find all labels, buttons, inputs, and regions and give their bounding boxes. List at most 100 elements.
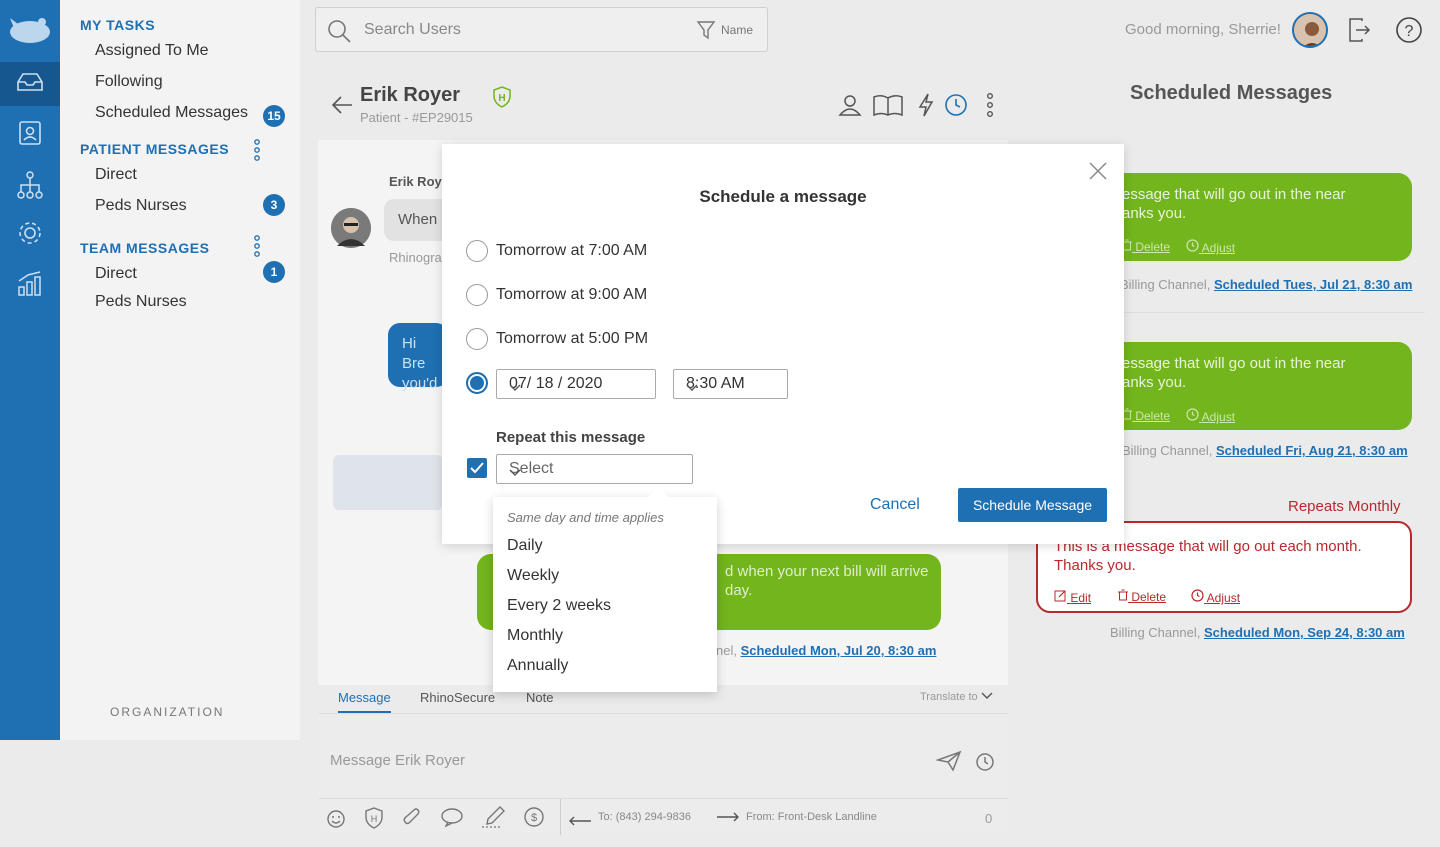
date-select[interactable]: 07/ 18 / 2020 (496, 369, 656, 399)
option-5pm-radio[interactable] (466, 328, 488, 350)
rhinogram-logo[interactable] (6, 12, 54, 48)
scheduled-card-2-text-line-2: anks you. (1122, 374, 1187, 391)
more-options-icon[interactable] (985, 93, 995, 122)
card-2-date-link[interactable]: Scheduled Fri, Aug 21, 8:30 am (1216, 443, 1408, 458)
faded-message (333, 455, 443, 510)
contacts-nav-button[interactable] (0, 113, 60, 157)
tab-note[interactable]: Note (526, 690, 553, 705)
chevron-down-icon (981, 691, 993, 703)
patient-messages-heading: PATIENT MESSAGES (80, 141, 230, 157)
recurring-adjust-link[interactable]: Adjust (1191, 589, 1240, 605)
card-2-adjust-link[interactable]: Adjust (1186, 408, 1235, 424)
emoji-icon[interactable] (326, 807, 348, 834)
library-icon[interactable] (872, 93, 904, 122)
schedule-clock-icon[interactable] (975, 752, 995, 777)
team-messages-more-icon[interactable] (252, 235, 262, 257)
card-1-date-link[interactable]: Scheduled Tues, Jul 21, 8:30 am (1214, 277, 1412, 292)
patient-messages-more-icon[interactable] (252, 139, 262, 161)
team-messages-heading: TEAM MESSAGES (80, 240, 210, 256)
from-channel[interactable]: From: Front-Desk Landline (746, 811, 877, 823)
help-icon[interactable]: ? (1395, 16, 1423, 49)
recurring-edit-link[interactable]: Edit (1054, 589, 1091, 605)
nav-item-team-direct[interactable]: Direct (95, 265, 137, 283)
option-9am-label[interactable]: Tomorrow at 9:00 AM (496, 286, 647, 304)
search-bar[interactable]: Search Users Name (315, 7, 768, 52)
patient-name: Erik Royer (360, 84, 461, 106)
scheduled-meta: nel, Scheduled Mon, Jul 20, 8:30 am (716, 643, 936, 658)
profile-icon[interactable] (838, 93, 862, 122)
card-2-delete-label: Delete (1135, 409, 1171, 423)
repeat-option-monthly[interactable]: Monthly (507, 627, 563, 645)
option-custom-radio[interactable] (466, 372, 488, 394)
svg-text:H: H (371, 814, 378, 824)
logout-icon[interactable] (1347, 17, 1371, 48)
message-input[interactable]: Message Erik Royer (330, 752, 465, 769)
chat-bubble-icon[interactable] (440, 807, 464, 832)
cancel-button[interactable]: Cancel (870, 496, 920, 514)
inbox-nav-button[interactable] (0, 62, 60, 106)
clock-icon (1191, 589, 1204, 605)
hipaa-icon[interactable]: H (364, 807, 384, 834)
repeat-option-weekly[interactable]: Weekly (507, 567, 559, 585)
nav-item-following[interactable]: Following (95, 73, 163, 91)
analytics-nav-button[interactable] (0, 263, 60, 307)
card-1-adjust-link[interactable]: Adjust (1186, 239, 1235, 255)
translate-dropdown[interactable]: Translate to (920, 691, 993, 703)
close-icon[interactable] (1088, 161, 1108, 186)
to-number[interactable]: To: (843) 294-9836 (598, 811, 691, 823)
option-9am-radio[interactable] (466, 284, 488, 306)
org-chart-nav-button[interactable] (0, 165, 60, 209)
organization-label[interactable]: ORGANIZATION (110, 705, 224, 719)
patient-id: Patient - #EP29015 (360, 110, 473, 125)
time-select[interactable]: 8:30 AM (673, 369, 788, 399)
card-1-adjust-label: Adjust (1201, 241, 1236, 255)
nav-item-patient-direct[interactable]: Direct (95, 166, 137, 184)
bottom-band (0, 740, 300, 847)
app-rail (0, 0, 60, 740)
character-count: 0 (985, 811, 993, 826)
filter-label[interactable]: Name (721, 23, 753, 37)
nav-item-team-peds-nurses[interactable]: Peds Nurses (95, 293, 187, 311)
card-2-adjust-label: Adjust (1201, 410, 1236, 424)
option-5pm-label[interactable]: Tomorrow at 5:00 PM (496, 330, 648, 348)
attachment-icon[interactable] (402, 807, 422, 834)
signature-pen-icon[interactable] (480, 805, 506, 834)
nav-item-scheduled-messages[interactable]: Scheduled Messages (95, 104, 248, 122)
scheduled-card-2-meta: Billing Channel, Scheduled Fri, Aug 21, … (1122, 443, 1408, 458)
option-7am-label[interactable]: Tomorrow at 7:00 AM (496, 242, 647, 260)
lightning-icon[interactable] (917, 93, 935, 122)
nav-item-patient-peds-nurses[interactable]: Peds Nurses (95, 197, 187, 215)
chevron-down-icon (686, 379, 777, 397)
repeat-option-daily[interactable]: Daily (507, 537, 543, 555)
nav-item-assigned-to-me[interactable]: Assigned To Me (95, 42, 209, 60)
repeat-label: Repeat this message (496, 429, 646, 446)
search-input[interactable]: Search Users (364, 21, 461, 39)
repeat-frequency-select[interactable]: Select (496, 454, 693, 484)
repeat-option-every-2-weeks[interactable]: Every 2 weeks (507, 597, 611, 615)
tab-rhinosecure[interactable]: RhinoSecure (420, 690, 495, 705)
secondary-nav: MY TASKS Assigned To Me Following Schedu… (60, 0, 300, 740)
recurring-delete-label: Delete (1131, 590, 1167, 604)
settings-nav-button[interactable] (0, 213, 60, 257)
back-arrow-icon[interactable] (330, 94, 354, 121)
schedule-message-button[interactable]: Schedule Message (958, 488, 1107, 522)
card-2-delete-link[interactable]: Delete (1122, 408, 1170, 423)
tab-message[interactable]: Message (338, 690, 391, 713)
scheduled-date-link[interactable]: Scheduled Mon, Jul 20, 8:30 am (741, 643, 937, 658)
clock-icon[interactable] (944, 93, 968, 122)
gear-icon (16, 219, 44, 252)
card-1-delete-link[interactable]: Delete (1122, 239, 1170, 254)
team-direct-badge: 1 (263, 261, 285, 283)
recurring-date-link[interactable]: Scheduled Mon, Sep 24, 8:30 am (1204, 625, 1405, 640)
send-icon[interactable] (935, 750, 962, 777)
repeat-checkbox[interactable] (467, 458, 487, 478)
inbox-icon (16, 72, 44, 97)
arrow-left-icon (568, 813, 592, 831)
option-7am-radio[interactable] (466, 240, 488, 262)
recurring-delete-link[interactable]: Delete (1118, 589, 1166, 604)
repeat-option-annually[interactable]: Annually (507, 657, 568, 675)
my-tasks-heading: MY TASKS (80, 17, 156, 33)
user-avatar[interactable] (1292, 12, 1328, 48)
payment-icon[interactable]: $ (523, 806, 545, 833)
filter-icon[interactable] (696, 20, 716, 45)
